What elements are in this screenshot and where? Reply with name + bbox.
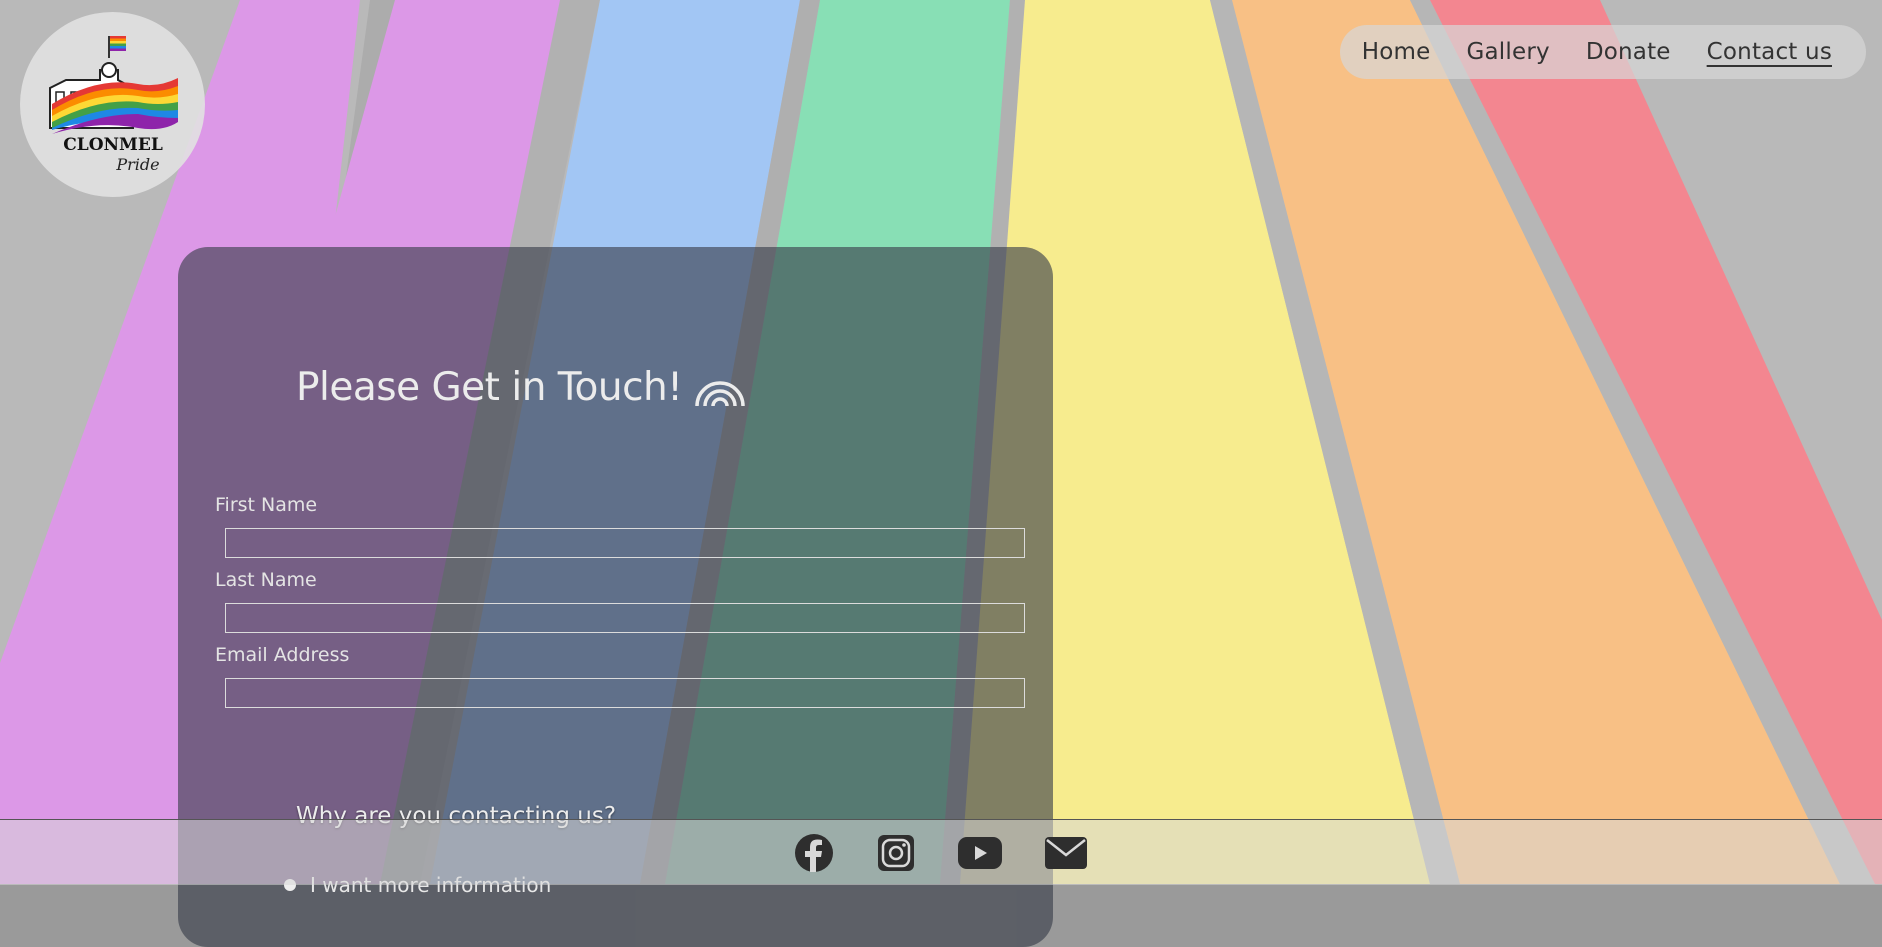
clonmel-pride-logo[interactable]: CLONMEL Pride xyxy=(20,12,205,197)
email-label: Email Address xyxy=(215,644,350,666)
last-name-label: Last Name xyxy=(215,569,317,591)
nav-gallery-link[interactable]: Gallery xyxy=(1466,39,1549,65)
first-name-input[interactable] xyxy=(225,528,1025,558)
first-name-label: First Name xyxy=(215,494,318,516)
svg-text:CLONMEL: CLONMEL xyxy=(63,135,163,155)
nav-home-link[interactable]: Home xyxy=(1362,39,1431,65)
main-nav: Home Gallery Donate Contact us xyxy=(1340,25,1866,79)
email-icon[interactable] xyxy=(1043,832,1089,874)
logo-graphic: CLONMEL Pride xyxy=(48,35,178,174)
youtube-icon[interactable] xyxy=(957,832,1003,874)
nav-contact-link[interactable]: Contact us xyxy=(1707,39,1832,65)
nav-donate-link[interactable]: Donate xyxy=(1586,39,1671,65)
social-footer xyxy=(0,819,1882,885)
instagram-icon[interactable] xyxy=(875,832,917,874)
svg-text:Pride: Pride xyxy=(115,155,159,174)
form-title-text: Please Get in Touch! xyxy=(296,365,683,410)
last-name-input[interactable] xyxy=(225,603,1025,633)
facebook-icon[interactable] xyxy=(793,832,835,874)
rainbow-icon xyxy=(695,380,746,406)
form-title: Please Get in Touch! xyxy=(296,365,746,410)
email-input[interactable] xyxy=(225,678,1025,708)
